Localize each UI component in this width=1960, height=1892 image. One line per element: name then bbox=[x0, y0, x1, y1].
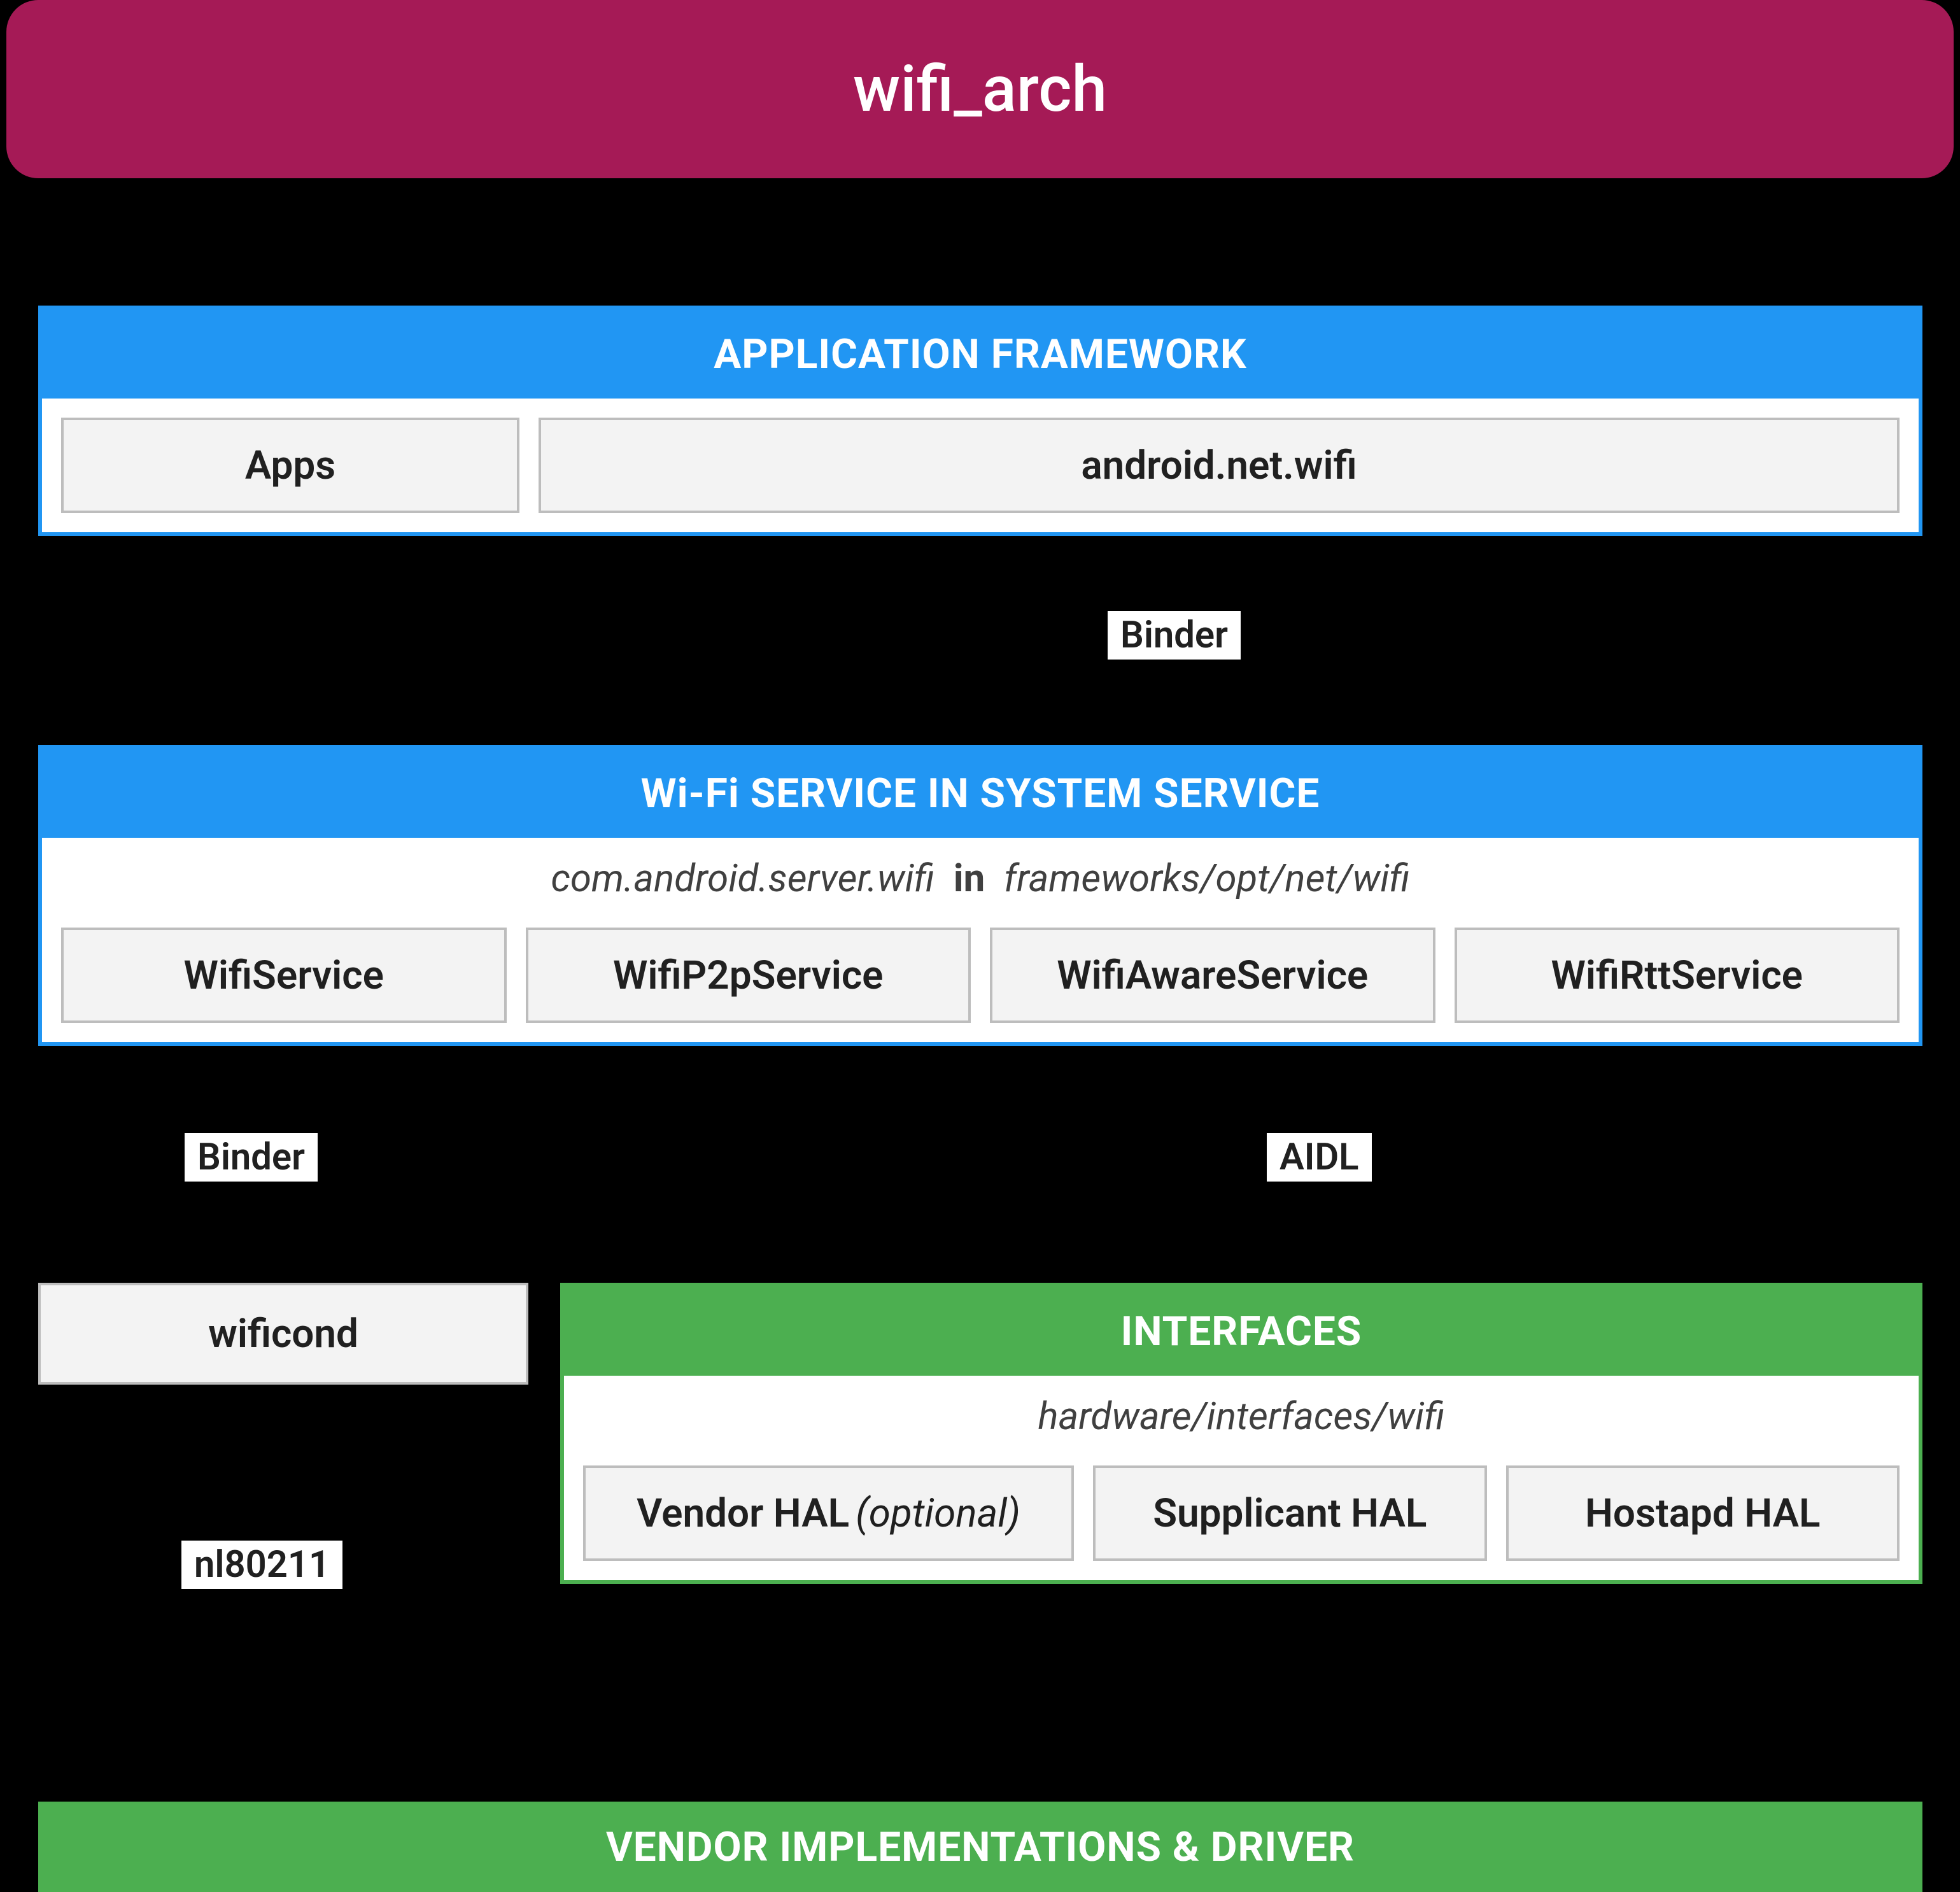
cell-vendor-hal-label: Vendor HAL bbox=[637, 1490, 849, 1537]
edge-label-aidl: AIDL bbox=[1267, 1133, 1372, 1182]
layer-header-wifi-service: Wi-Fi SERVICE IN SYSTEM SERVICE bbox=[42, 749, 1919, 838]
layer-header-application-framework: APPLICATION FRAMEWORK bbox=[42, 309, 1919, 399]
layer-body-interfaces: Vendor HAL (optional) Supplicant HAL Hos… bbox=[564, 1446, 1919, 1580]
cell-wifiawareservice: WifiAwareService bbox=[990, 928, 1435, 1023]
layer-body-application-framework: Apps android.net.wifi bbox=[42, 399, 1919, 532]
layer-body-wifi-service: WifiService WifiP2pService WifiAwareServ… bbox=[42, 908, 1919, 1042]
cell-wifip2pservice: WifiP2pService bbox=[526, 928, 971, 1023]
edge-label-binder-left: Binder bbox=[185, 1133, 318, 1182]
layer-subtitle-interfaces: hardware/interfaces/wifi bbox=[564, 1376, 1919, 1446]
cell-wificond: wificond bbox=[38, 1283, 528, 1385]
cell-vendor-hal-optional: (optional) bbox=[856, 1490, 1020, 1537]
layer-vendor-implementations: VENDOR IMPLEMENTATIONS & DRIVER bbox=[38, 1802, 1922, 1892]
layer-application-framework: APPLICATION FRAMEWORK Apps android.net.w… bbox=[38, 306, 1922, 536]
diagram-stage: wifi_arch APPLICATION FRAMEWORK Apps and… bbox=[0, 0, 1960, 1892]
edge-label-nl80211: nl80211 bbox=[181, 1541, 342, 1589]
layer-subtitle-wifi-service: com.android.server.wifi in frameworks/op… bbox=[42, 838, 1919, 908]
edge-label-binder-top: Binder bbox=[1108, 611, 1241, 660]
diagram-title: wifi_arch bbox=[6, 0, 1954, 178]
cell-wifirttservice: WifiRttService bbox=[1455, 928, 1900, 1023]
cell-android-net-wifi: android.net.wifi bbox=[539, 418, 1900, 513]
cell-wifiservice: WifiService bbox=[61, 928, 507, 1023]
layer-header-interfaces: INTERFACES bbox=[564, 1287, 1919, 1376]
cell-hostapd-hal: Hostapd HAL bbox=[1506, 1465, 1900, 1561]
cell-vendor-hal: Vendor HAL (optional) bbox=[583, 1465, 1074, 1561]
subtitle-path: frameworks/opt/net/wifi bbox=[1004, 856, 1410, 901]
cell-apps: Apps bbox=[61, 418, 519, 513]
layer-interfaces: INTERFACES hardware/interfaces/wifi Vend… bbox=[560, 1283, 1922, 1584]
subtitle-in: in bbox=[944, 856, 994, 901]
layer-wifi-service: Wi-Fi SERVICE IN SYSTEM SERVICE com.andr… bbox=[38, 745, 1922, 1046]
cell-supplicant-hal: Supplicant HAL bbox=[1093, 1465, 1486, 1561]
subtitle-package: com.android.server.wifi bbox=[551, 856, 934, 901]
